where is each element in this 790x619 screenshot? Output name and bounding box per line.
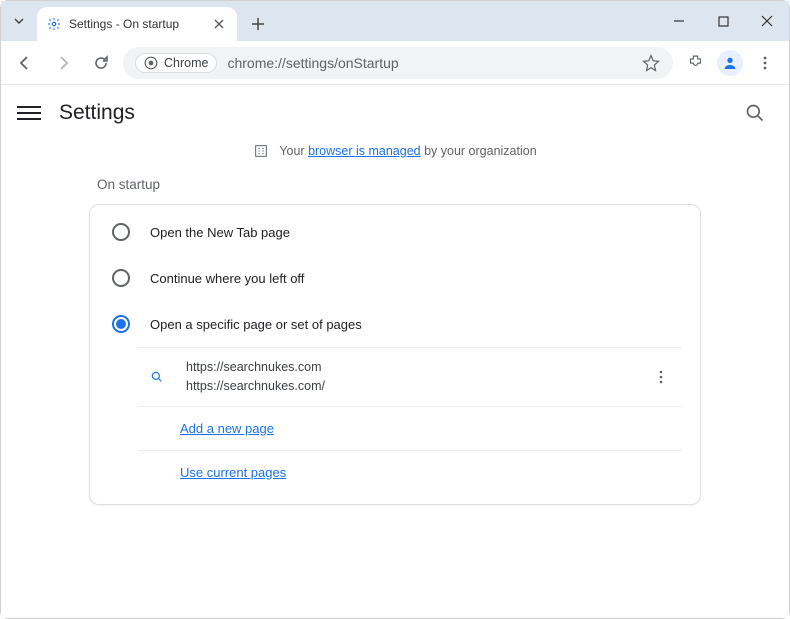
url-text: chrome://settings/onStartup [227, 55, 631, 71]
page-more-button[interactable] [646, 369, 676, 385]
forward-button[interactable] [47, 47, 79, 79]
add-new-page-row[interactable]: Add a new page [138, 407, 682, 451]
close-window-button[interactable] [745, 1, 789, 41]
radio-label: Open a specific page or set of pages [150, 317, 362, 332]
building-icon [253, 143, 269, 159]
page-title: Settings [59, 101, 135, 125]
page-url-text: https://searchnukes.com/ [186, 377, 630, 396]
toolbar: Chrome chrome://settings/onStartup [1, 41, 789, 85]
chrome-menu-button[interactable] [749, 47, 781, 79]
section-title: On startup [97, 177, 701, 192]
maximize-button[interactable] [701, 1, 745, 41]
specific-pages-sub: https://searchnukes.com https://searchnu… [138, 347, 682, 494]
radio-label: Open the New Tab page [150, 225, 290, 240]
radio-icon-selected [112, 315, 130, 333]
radio-icon [112, 269, 130, 287]
page-entry: https://searchnukes.com https://searchnu… [186, 358, 630, 396]
back-button[interactable] [9, 47, 41, 79]
address-bar[interactable]: Chrome chrome://settings/onStartup [123, 47, 673, 79]
browser-tab[interactable]: Settings - On startup [37, 7, 237, 41]
managed-text: Your browser is managed by your organiza… [279, 144, 536, 158]
use-current-pages-row[interactable]: Use current pages [138, 451, 682, 494]
window-controls [657, 1, 789, 41]
add-new-page-link[interactable]: Add a new page [180, 421, 274, 436]
chrome-icon [144, 56, 158, 70]
titlebar: Settings - On startup [1, 1, 789, 41]
chip-label: Chrome [164, 56, 208, 70]
bookmark-button[interactable] [641, 53, 661, 73]
managed-banner: Your browser is managed by your organiza… [1, 143, 789, 159]
minimize-button[interactable] [657, 1, 701, 41]
on-startup-section: On startup Open the New Tab page Continu… [89, 177, 701, 505]
settings-appbar: Settings [1, 85, 789, 141]
search-settings-button[interactable] [737, 95, 773, 131]
menu-button[interactable] [17, 106, 41, 120]
tab-search-button[interactable] [1, 1, 37, 41]
close-tab-button[interactable] [211, 16, 227, 32]
settings-icon [47, 17, 61, 31]
page-title-text: https://searchnukes.com [186, 358, 630, 377]
profile-button[interactable] [717, 50, 743, 76]
radio-label: Continue where you left off [150, 271, 304, 286]
tab-title: Settings - On startup [69, 17, 203, 31]
startup-card: Open the New Tab page Continue where you… [89, 204, 701, 505]
settings-page: Settings Your browser is managed by your… [1, 85, 789, 618]
use-current-pages-link[interactable]: Use current pages [180, 465, 286, 480]
radio-icon [112, 223, 130, 241]
new-tab-button[interactable] [243, 9, 273, 39]
site-chip[interactable]: Chrome [135, 53, 217, 73]
managed-link[interactable]: browser is managed [308, 144, 421, 158]
radio-new-tab[interactable]: Open the New Tab page [90, 209, 700, 255]
radio-specific-pages[interactable]: Open a specific page or set of pages [90, 301, 700, 347]
reload-button[interactable] [85, 47, 117, 79]
extensions-button[interactable] [679, 47, 711, 79]
radio-continue[interactable]: Continue where you left off [90, 255, 700, 301]
startup-page-row: https://searchnukes.com https://searchnu… [138, 348, 682, 407]
search-icon [144, 370, 170, 384]
